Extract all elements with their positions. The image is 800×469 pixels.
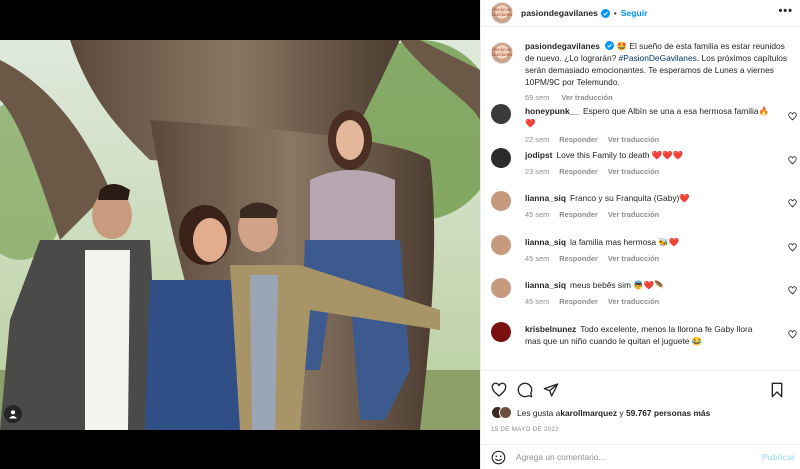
reply-button[interactable]: Responder — [559, 254, 598, 263]
reply-button[interactable]: Responder — [559, 210, 598, 219]
comment-meta: 23 sem Responder Ver traducción — [525, 167, 791, 176]
comments-list[interactable]: Pasión de Gavilanes pasiondegavilanes 🤩 … — [481, 32, 800, 368]
share-icon[interactable] — [543, 382, 559, 398]
commenter-username[interactable]: lianna_siq — [525, 237, 566, 247]
heart-icon[interactable] — [788, 329, 797, 339]
separator-dot: • — [613, 8, 617, 18]
heart-icon[interactable] — [788, 155, 797, 165]
commenter-avatar[interactable] — [491, 147, 511, 168]
follow-button[interactable]: Seguir — [621, 8, 648, 18]
translate-button[interactable]: Ver traducción — [608, 210, 659, 219]
caption-emoji: 🤩 — [616, 41, 628, 51]
comment-meta: 45 sem Responder Ver traducción — [525, 254, 791, 263]
author-avatar[interactable]: Pasión de Gavilanes — [491, 2, 513, 24]
commenter-username[interactable]: jodipst — [525, 150, 552, 160]
comment-text: lianna_siq meus bebês sim 👼❤️🪶 — [525, 276, 791, 291]
commenter-avatar[interactable] — [491, 191, 511, 211]
likes-prefix: Les gusta a — [517, 407, 561, 418]
post-header: Pasión de Gavilanes pasiondegavilanes • … — [481, 0, 800, 26]
comment-item: krisbelnunez Todo excelente, menos la llo… — [481, 320, 800, 364]
commenter-username[interactable]: honeypunk__ — [525, 106, 579, 116]
reply-button[interactable]: Responder — [559, 135, 598, 144]
commenter-avatar[interactable] — [491, 104, 511, 124]
comment-input[interactable] — [516, 452, 736, 462]
avatar-logo-text: Pasión de Gavilanes — [491, 48, 513, 58]
commenter-avatar[interactable] — [491, 321, 511, 342]
caption-hashtag[interactable]: #PasionDeGavilanes — [619, 53, 697, 63]
reply-button[interactable]: Responder — [559, 167, 598, 176]
caption-meta: 69 sem Ver traducción — [525, 93, 791, 102]
header-divider — [481, 26, 800, 27]
comment-body: meus bebês sim 👼❤️🪶 — [569, 280, 665, 290]
comment-body: Love this Family to death ❤️❤️❤️ — [556, 149, 684, 160]
comment-body: Franco y su Franquita (Gaby)❤️ — [569, 193, 690, 203]
caption-time[interactable]: 69 sem — [525, 93, 549, 102]
likes-user[interactable]: karollmarquez — [560, 408, 617, 418]
actions-divider — [481, 370, 800, 371]
instagram-post-viewer: Pasión de Gavilanes pasiondegavilanes • … — [0, 0, 800, 469]
translate-button[interactable]: Ver traducción — [608, 297, 659, 306]
heart-icon[interactable] — [788, 286, 797, 295]
comments-container: honeypunk__ Espero que Albín se una a esa… — [481, 102, 800, 363]
caption-text: pasiondegavilanes 🤩 El sueño de esta fam… — [525, 40, 791, 88]
reply-button[interactable]: Responder — [559, 297, 598, 306]
comment-time[interactable]: 45 sem — [525, 297, 549, 306]
post-caption: Pasión de Gavilanes pasiondegavilanes 🤩 … — [481, 32, 800, 102]
heart-icon[interactable] — [788, 242, 797, 252]
translate-button[interactable]: Ver traducción — [608, 167, 659, 176]
author-username[interactable]: pasiondegavilanes — [521, 8, 598, 18]
comment-item: lianna_siq Franco y su Franquita (Gaby)❤️… — [481, 189, 800, 233]
photo-image — [0, 40, 480, 430]
comment-time[interactable]: 22 sem — [525, 135, 549, 144]
comment-body: la familia mas hermosa 🐝❤️ — [569, 236, 680, 247]
comment-meta: 45 sem Responder Ver traducción — [525, 210, 791, 219]
more-icon[interactable]: ••• — [778, 5, 793, 17]
translate-button[interactable]: Ver traducción — [608, 254, 659, 263]
avatar-logo-text: Pasión de Gavilanes — [491, 8, 513, 18]
liker-avatar — [499, 406, 512, 419]
post-photo[interactable] — [0, 40, 480, 430]
likes-summary: Les gusta a karollmarquez y 59.767 perso… — [491, 406, 710, 419]
commenter-username[interactable]: krisbelnunez — [525, 324, 576, 334]
caption-translate-button[interactable]: Ver traducción — [561, 93, 612, 102]
heart-icon[interactable] — [788, 112, 797, 121]
post-date[interactable]: 15 DE MAYO DE 2022 — [491, 426, 559, 433]
heart-icon[interactable] — [491, 382, 507, 398]
verified-icon — [605, 41, 615, 50]
comment-meta: 22 sem Responder Ver traducción — [525, 135, 791, 144]
publish-button[interactable]: Publicar — [762, 452, 795, 462]
comment-text: lianna_siq la familia mas hermosa 🐝❤️ — [525, 233, 791, 248]
likes-count[interactable]: 59.767 personas más — [626, 408, 710, 418]
comment-meta: 45 sem Responder Ver traducción — [525, 297, 791, 306]
comment-item: jodipst Love this Family to death ❤️❤️❤️ 2… — [481, 146, 800, 190]
translate-button[interactable]: Ver traducción — [608, 135, 659, 144]
commenter-avatar[interactable] — [491, 234, 511, 255]
caption-username[interactable]: pasiondegavilanes — [525, 41, 600, 51]
post-actions-bar — [481, 378, 800, 402]
comment-text: lianna_siq Franco y su Franquita (Gaby)❤️ — [525, 189, 791, 204]
commenter-username[interactable]: lianna_siq — [525, 193, 566, 203]
save-icon[interactable] — [769, 382, 785, 398]
user-tag-icon[interactable] — [4, 405, 22, 423]
post-media — [0, 0, 480, 469]
comment-item: lianna_siq meus bebês sim 👼❤️🪶 45 sem Respo… — [481, 276, 800, 320]
caption-avatar[interactable]: Pasión de Gavilanes — [491, 42, 513, 64]
likes-mid: y — [617, 407, 626, 418]
emoji-icon[interactable] — [491, 450, 506, 465]
comment-text: honeypunk__ Espero que Albín se una a esa… — [525, 102, 791, 129]
commenter-avatar[interactable] — [491, 278, 511, 298]
heart-icon[interactable] — [788, 199, 797, 208]
comment-time[interactable]: 45 sem — [525, 210, 549, 219]
comment-text: jodipst Love this Family to death ❤️❤️❤️ — [525, 146, 791, 161]
comment-text: krisbelnunez Todo excelente, menos la llo… — [525, 320, 791, 347]
comment-item: lianna_siq la familia mas hermosa 🐝❤️ 45 s… — [481, 233, 800, 277]
verified-icon — [600, 8, 610, 18]
comment-time[interactable]: 45 sem — [525, 254, 549, 263]
comment-item: honeypunk__ Espero que Albín se una a esa… — [481, 102, 800, 146]
add-comment-bar: Publicar — [481, 444, 800, 469]
comment-time[interactable]: 23 sem — [525, 167, 549, 176]
commenter-username[interactable]: lianna_siq — [525, 280, 566, 290]
comment-icon[interactable] — [517, 382, 533, 398]
post-side-panel: Pasión de Gavilanes pasiondegavilanes • … — [480, 0, 800, 469]
